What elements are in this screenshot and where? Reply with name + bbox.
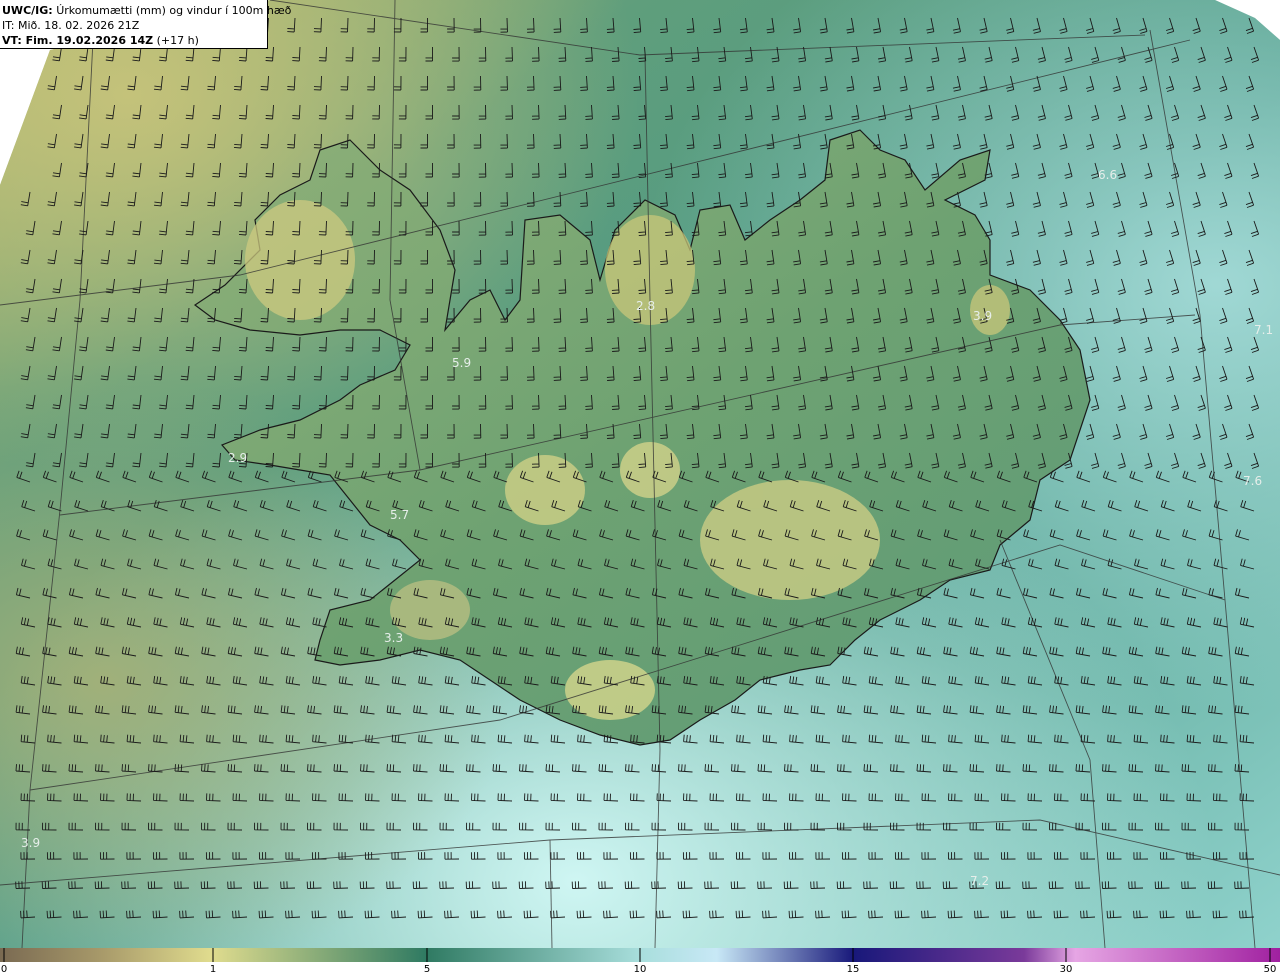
map-description: Úrkomumætti (mm) og vindur í 100m hæð: [56, 4, 292, 17]
value-label: 7.6: [1243, 474, 1262, 488]
scale-label: 0: [0, 964, 8, 975]
value-label: 7.2: [970, 874, 989, 888]
value-label: 5.7: [390, 508, 409, 522]
forecast-hour: (+17 h): [156, 34, 199, 47]
scale-label: 5: [423, 964, 431, 975]
scale-label: 1: [209, 964, 217, 975]
scale-label: 10: [633, 964, 647, 975]
weather-map: 2.8 5.9 3.9 7.1 6.6 2.9 5.7 3.3 7.6 3.9 …: [0, 0, 1280, 978]
value-label: 2.8: [636, 299, 655, 313]
model-name: UWC/IG:: [2, 4, 53, 17]
scale-label: 50: [1263, 964, 1277, 975]
title-line: UWC/IG: Úrkomumætti (mm) og vindur í 100…: [2, 3, 291, 18]
value-label: 3.9: [973, 309, 992, 323]
scale-label: 30: [1059, 964, 1073, 975]
value-label: 2.9: [228, 451, 247, 465]
init-time: IT: Mið. 18. 02. 2026 21Z: [2, 19, 140, 32]
value-label: 3.9: [21, 836, 40, 850]
value-label: 3.3: [384, 631, 403, 645]
valid-time-line: VT: Fim. 19.02.2026 14Z (+17 h): [2, 33, 265, 48]
value-label: 6.6: [1098, 168, 1117, 182]
value-label: 7.1: [1254, 323, 1273, 337]
color-scale-labels: 0 1 5 10 15 30 50: [0, 962, 1280, 978]
scale-label: 15: [846, 964, 860, 975]
value-label: 5.9: [452, 356, 471, 370]
map-title-box: UWC/IG: Úrkomumætti (mm) og vindur í 100…: [0, 0, 291, 49]
valid-time: VT: Fim. 19.02.2026 14Z: [2, 34, 154, 47]
